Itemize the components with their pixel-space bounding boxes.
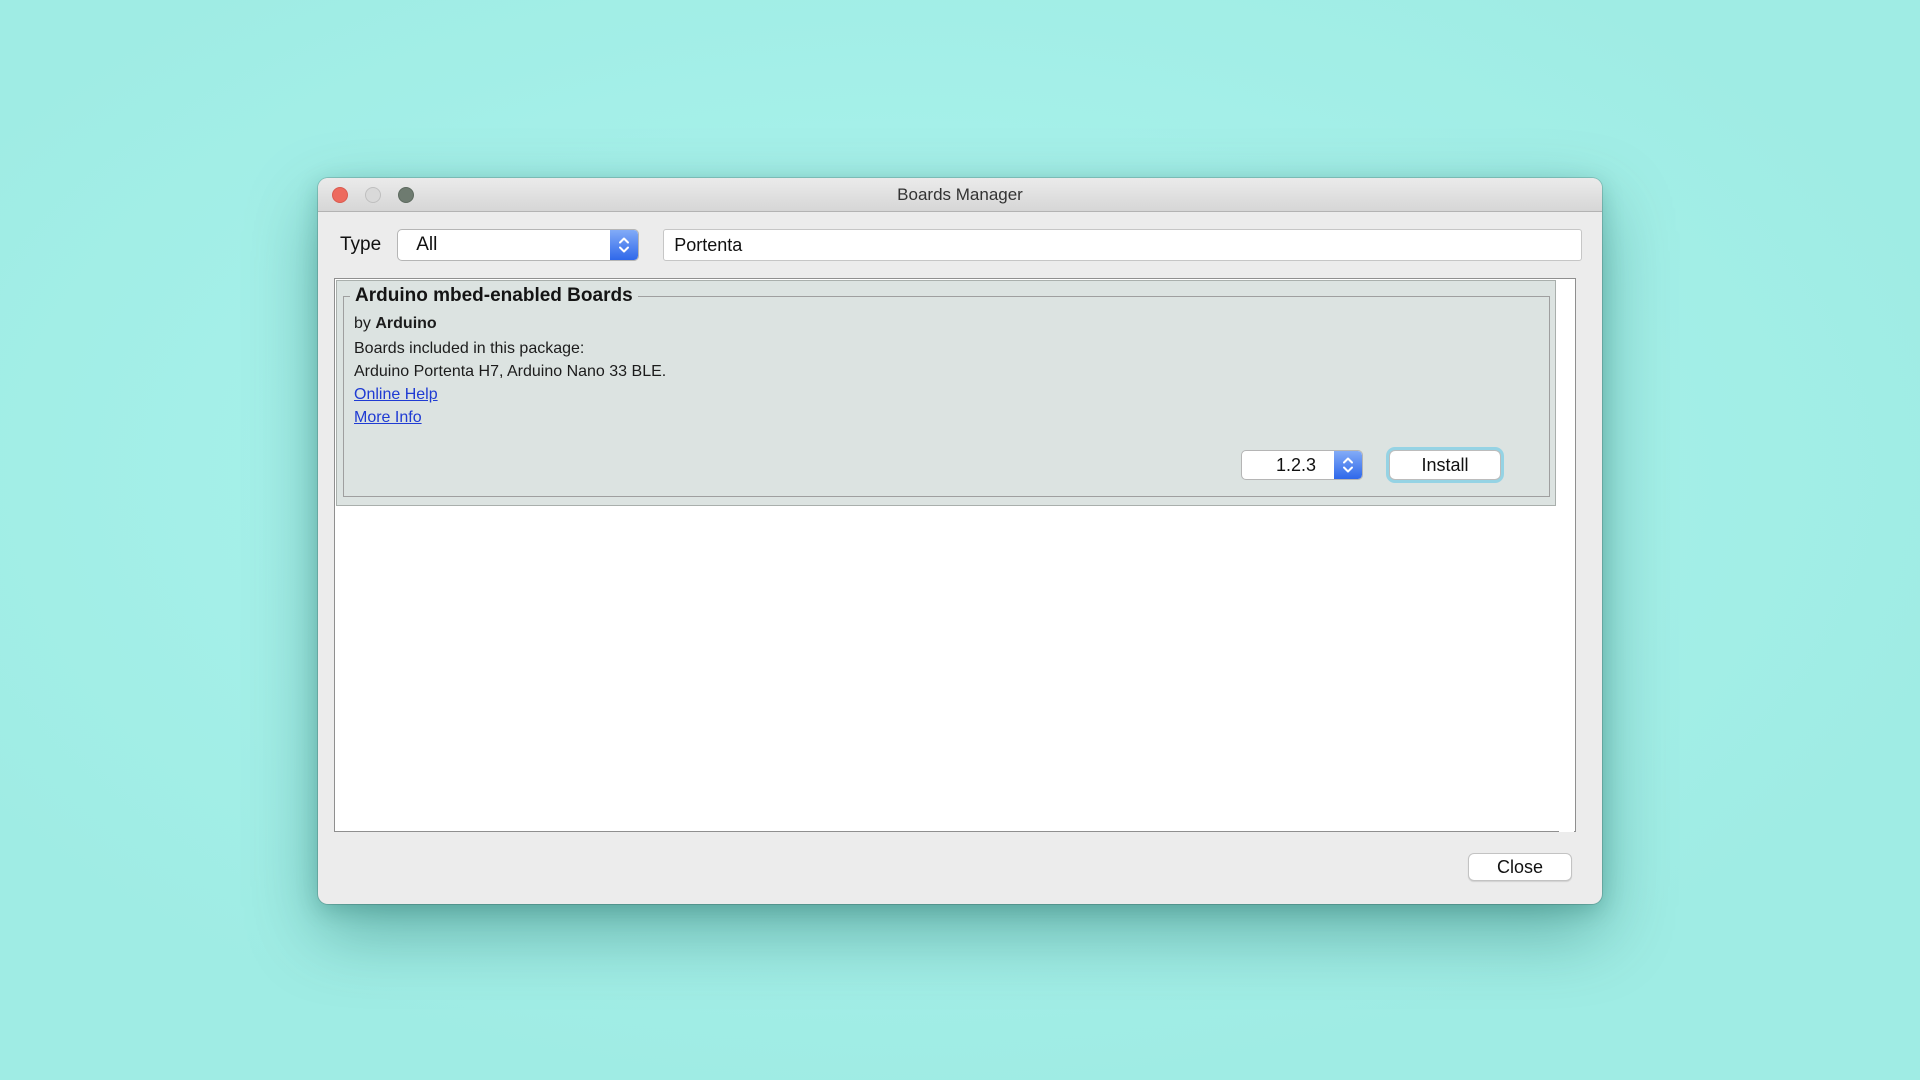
install-button[interactable]: Install bbox=[1389, 450, 1501, 480]
boards-included-label: Boards included in this package: bbox=[354, 337, 1549, 360]
board-name: Arduino mbed-enabled Boards bbox=[350, 285, 638, 307]
more-info-link[interactable]: More Info bbox=[354, 406, 422, 429]
boards-manager-window: Boards Manager Type All Arduino mbed-ena… bbox=[318, 178, 1602, 904]
board-actions: 1.2.3 Install bbox=[1241, 450, 1501, 480]
board-fieldset: Arduino mbed-enabled Boards by Arduino B… bbox=[343, 285, 1550, 497]
online-help-link[interactable]: Online Help bbox=[354, 383, 438, 406]
titlebar[interactable]: Boards Manager bbox=[318, 178, 1602, 212]
type-dropdown-value: All bbox=[398, 234, 610, 256]
filter-toolbar: Type All bbox=[318, 212, 1602, 278]
scrollbar-track[interactable] bbox=[1559, 280, 1574, 832]
board-author-line: by Arduino bbox=[354, 315, 1549, 333]
type-label: Type bbox=[340, 234, 381, 256]
board-list-item[interactable]: Arduino mbed-enabled Boards by Arduino B… bbox=[336, 280, 1556, 506]
search-input[interactable] bbox=[663, 229, 1582, 261]
boards-list: Arduino mbed-enabled Boards by Arduino B… bbox=[334, 278, 1576, 832]
window-title: Boards Manager bbox=[318, 178, 1602, 212]
boards-included-list: Arduino Portenta H7, Arduino Nano 33 BLE… bbox=[354, 360, 1549, 383]
board-author: Arduino bbox=[375, 315, 436, 332]
by-label: by bbox=[354, 315, 371, 332]
type-dropdown[interactable]: All bbox=[397, 229, 639, 261]
chevron-up-down-icon bbox=[1334, 451, 1362, 479]
dialog-footer: Close bbox=[318, 832, 1602, 904]
chevron-up-down-icon bbox=[610, 230, 638, 260]
close-button[interactable]: Close bbox=[1468, 853, 1572, 881]
version-dropdown[interactable]: 1.2.3 bbox=[1241, 450, 1363, 480]
version-dropdown-value: 1.2.3 bbox=[1242, 455, 1334, 476]
